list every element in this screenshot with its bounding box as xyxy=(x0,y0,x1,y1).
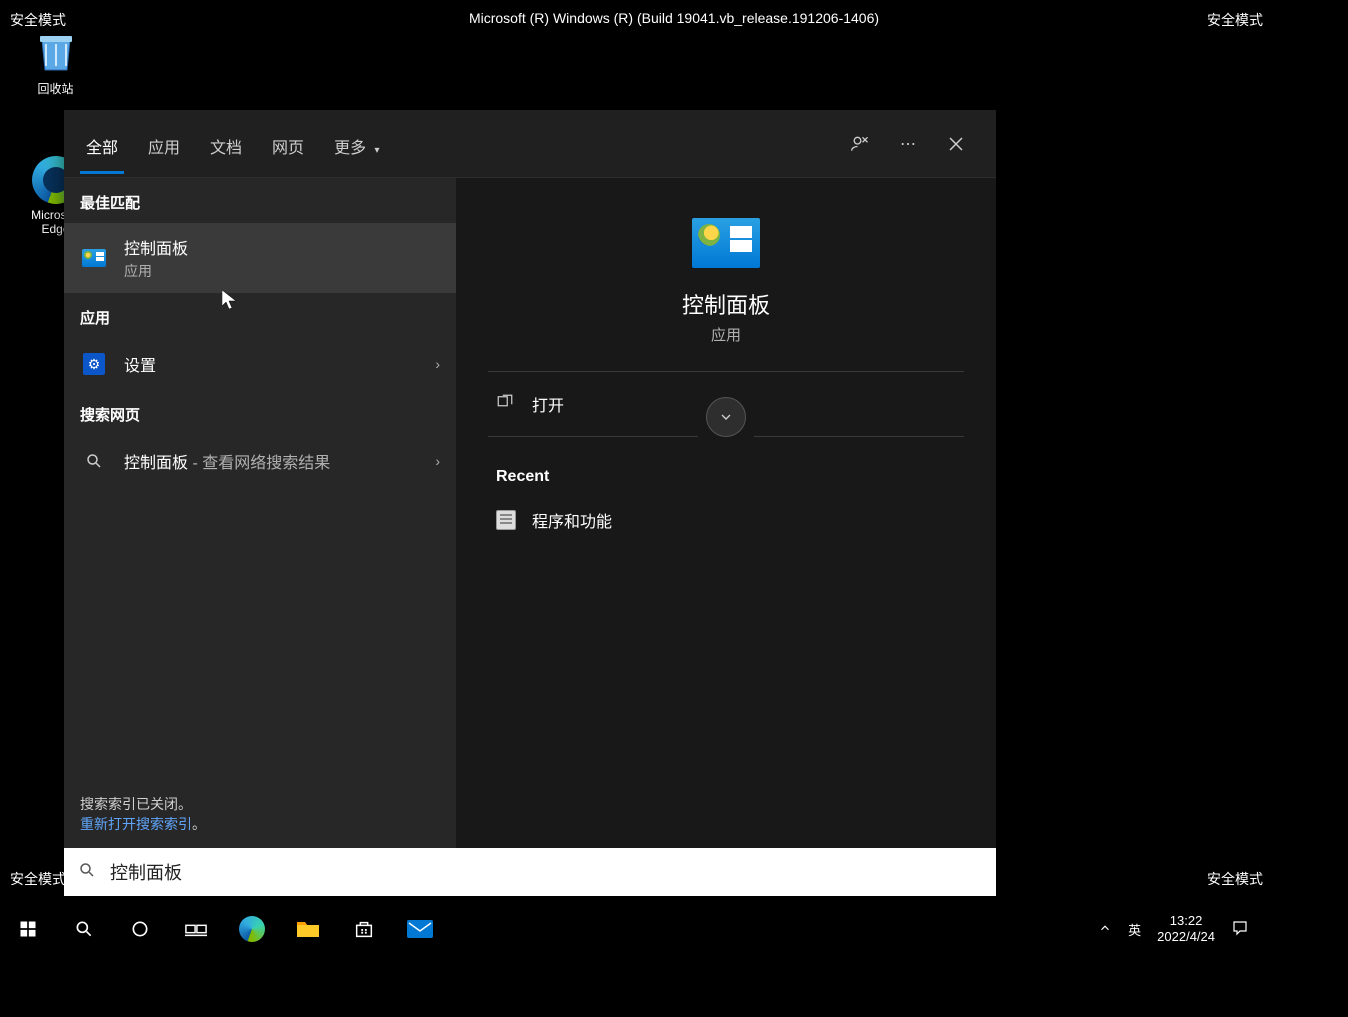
tab-documents[interactable]: 文档 xyxy=(204,116,248,172)
section-apps: 应用 xyxy=(64,293,456,338)
chevron-right-icon: › xyxy=(435,453,440,469)
section-web-search: 搜索网页 xyxy=(64,390,456,435)
preview-subtitle: 应用 xyxy=(711,324,741,345)
tray-overflow-chevron-icon[interactable] xyxy=(1098,921,1112,938)
close-icon[interactable] xyxy=(944,132,968,156)
recent-item-programs-and-features[interactable]: 程序和功能 xyxy=(472,500,980,540)
more-options-icon[interactable]: ⋯ xyxy=(896,132,920,156)
tab-more[interactable]: 更多 ▾ xyxy=(328,116,386,172)
preview-title: 控制面板 xyxy=(682,288,770,320)
result-title: 控制面板 - 查看网络搜索结果 xyxy=(124,449,435,473)
taskbar-search-button[interactable] xyxy=(56,903,112,955)
search-icon xyxy=(78,861,96,884)
taskbar-app-edge[interactable] xyxy=(224,903,280,955)
tray-ime-indicator[interactable]: 英 xyxy=(1128,920,1141,939)
tab-web[interactable]: 网页 xyxy=(266,116,310,172)
safe-mode-top-right: 安全模式 xyxy=(1207,10,1263,30)
tab-all[interactable]: 全部 xyxy=(80,116,124,172)
desktop-icon-recycle-bin[interactable]: 回收站 xyxy=(18,28,93,97)
recent-section-label: Recent xyxy=(472,438,980,500)
search-icon xyxy=(80,447,108,475)
section-best-match: 最佳匹配 xyxy=(64,178,456,223)
tray-clock[interactable]: 13:22 2022/4/24 xyxy=(1157,913,1215,944)
preview-column: 控制面板 应用 打开 Re xyxy=(456,178,996,848)
settings-icon: ⚙ xyxy=(80,350,108,378)
safe-mode-bottom-right: 安全模式 xyxy=(1207,869,1263,889)
result-web-control-panel[interactable]: 控制面板 - 查看网络搜索结果 › xyxy=(64,435,456,487)
reenable-search-index-link[interactable]: 重新打开搜索索引 xyxy=(80,816,192,832)
tray-time: 13:22 xyxy=(1157,913,1215,929)
index-disabled-text: 搜索索引已关闭。 xyxy=(80,794,206,814)
result-title: 设置 xyxy=(124,352,435,376)
tray-action-center-icon[interactable] xyxy=(1231,919,1249,940)
taskbar-cortana-button[interactable] xyxy=(112,903,168,955)
result-best-match-control-panel[interactable]: 控制面板 应用 xyxy=(64,223,456,293)
search-index-notice: 搜索索引已关闭。 重新打开搜索索引。 xyxy=(80,794,206,834)
search-panel: 全部 应用 文档 网页 更多 ▾ ⋯ xyxy=(64,110,996,848)
result-subtitle: 应用 xyxy=(124,261,440,281)
tab-more-label: 更多 xyxy=(334,140,366,157)
expand-toggle-button[interactable] xyxy=(706,397,746,437)
desktop-icon-label: 回收站 xyxy=(37,80,73,97)
taskbar-app-mail[interactable] xyxy=(392,903,448,955)
result-title: 控制面板 xyxy=(124,235,440,259)
recycle-bin-icon xyxy=(32,28,80,76)
windows-build-label: Microsoft (R) Windows (R) (Build 19041.v… xyxy=(469,10,879,26)
preview-control-panel-icon xyxy=(692,218,760,268)
tab-apps[interactable]: 应用 xyxy=(142,116,186,172)
results-column: 最佳匹配 控制面板 应用 应用 ⚙ 设置 › 搜索 xyxy=(64,178,456,848)
taskbar-taskview-button[interactable] xyxy=(168,903,224,955)
recent-item-label: 程序和功能 xyxy=(532,508,612,532)
taskbar-app-file-explorer[interactable] xyxy=(280,903,336,955)
chevron-down-icon: ▾ xyxy=(375,145,380,156)
preview-open-label: 打开 xyxy=(532,392,564,416)
search-header: 全部 应用 文档 网页 更多 ▾ ⋯ xyxy=(64,110,996,178)
safe-mode-top-left: 安全模式 xyxy=(10,10,66,30)
search-box[interactable] xyxy=(64,848,996,896)
search-input[interactable] xyxy=(110,862,982,883)
system-tray: 英 13:22 2022/4/24 xyxy=(1098,913,1263,944)
control-panel-icon xyxy=(80,244,108,272)
taskbar-app-store[interactable] xyxy=(336,903,392,955)
taskbar: 英 13:22 2022/4/24 xyxy=(0,903,1263,955)
tray-date: 2022/4/24 xyxy=(1157,929,1215,945)
chevron-right-icon: › xyxy=(435,356,440,372)
start-button[interactable] xyxy=(0,903,56,955)
open-icon xyxy=(496,393,514,416)
safe-mode-bottom-left: 安全模式 xyxy=(10,869,66,889)
programs-and-features-icon xyxy=(496,510,516,530)
feedback-icon[interactable] xyxy=(848,132,872,156)
result-app-settings[interactable]: ⚙ 设置 › xyxy=(64,338,456,390)
